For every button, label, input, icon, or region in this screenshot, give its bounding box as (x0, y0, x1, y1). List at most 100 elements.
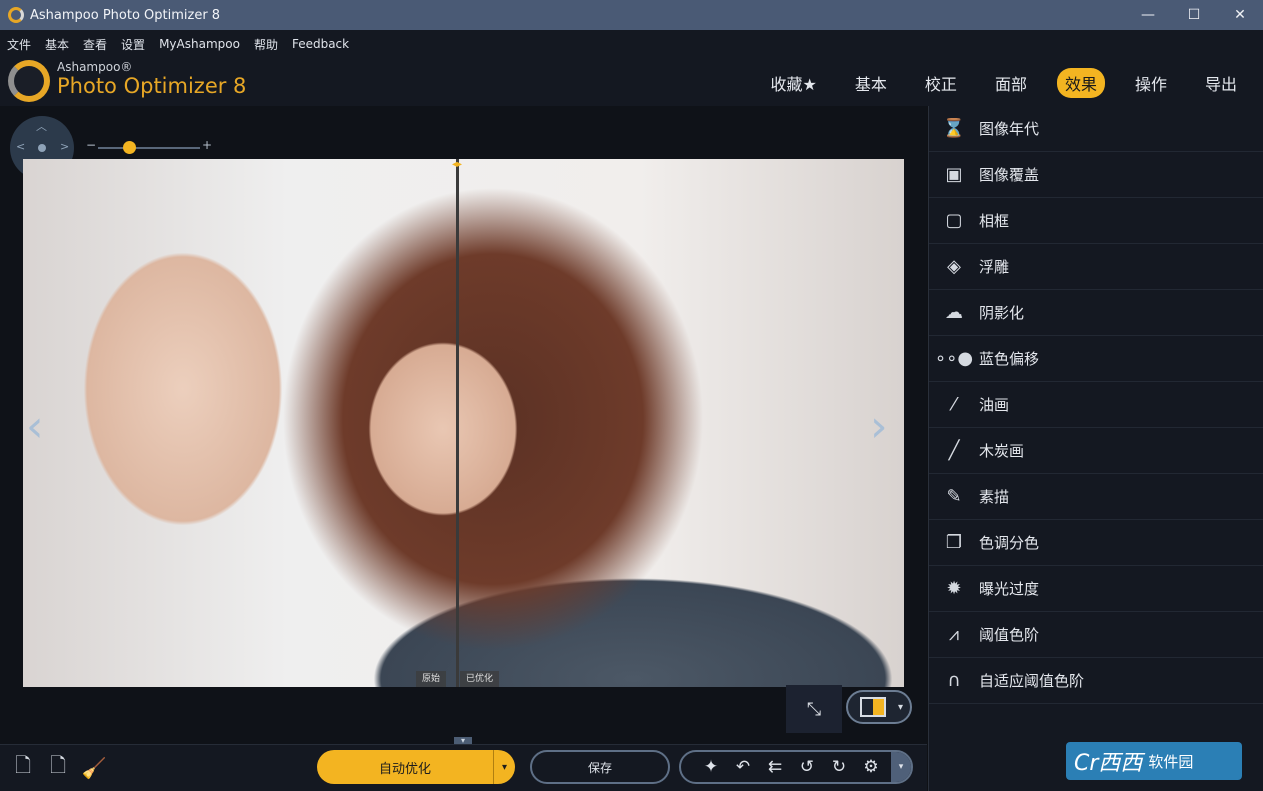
effect-item[interactable]: ✎ 素描 (929, 474, 1263, 520)
posterize-icon: ❐ (945, 532, 963, 553)
main-tabs: 收藏★ 基本 校正 面部 效果 操作 导出 (741, 68, 1245, 98)
dots-icon: ∘∘● (934, 348, 974, 369)
effect-item[interactable]: ❐ 色调分色 (929, 520, 1263, 566)
effect-label: 阈值色阶 (979, 626, 1040, 644)
tab-correction[interactable]: 校正 (917, 68, 965, 98)
site-watermark: Cr西西 软件园 (1066, 742, 1242, 780)
fit-to-window-button[interactable]: ⤡ (786, 685, 842, 733)
menu-feedback[interactable]: Feedback (292, 37, 349, 51)
app-header: Ashampoo® Photo Optimizer 8 收藏★ 基本 校正 面部… (0, 58, 1263, 106)
zoom-track[interactable] (98, 147, 200, 149)
tab-basic[interactable]: 基本 (847, 68, 895, 98)
effect-label: 素描 (979, 488, 1010, 506)
add-folder-button[interactable]: 🗋 (43, 753, 73, 783)
zoom-in-icon[interactable]: + (202, 138, 212, 152)
tab-face[interactable]: 面部 (987, 68, 1035, 98)
effect-label: 图像覆盖 (979, 166, 1040, 184)
tab-operations[interactable]: 操作 (1127, 68, 1175, 98)
effect-label: 蓝色偏移 (979, 350, 1040, 368)
product-name: Photo Optimizer 8 (57, 74, 247, 98)
tab-favorites[interactable]: 收藏★ (763, 68, 825, 98)
auto-optimize-dropdown-icon[interactable]: ▾ (493, 750, 515, 784)
view-mode-dropdown[interactable]: ▾ (846, 690, 912, 724)
minimize-button[interactable]: — (1125, 0, 1171, 30)
tab-effects[interactable]: 效果 (1056, 68, 1105, 98)
hourglass-icon: ⌛ (942, 118, 966, 139)
next-image-icon[interactable]: › (870, 401, 888, 452)
effect-item[interactable]: ⌛ 图像年代 (929, 106, 1263, 152)
collapse-arrows-icon: ⤡ (806, 698, 822, 720)
menu-myashampoo[interactable]: MyAshampoo (159, 37, 240, 51)
menu-basic[interactable]: 基本 (45, 36, 69, 53)
photo-preview[interactable]: ◂▸ 原始 已优化 (23, 159, 904, 687)
effect-item[interactable]: ◈ 浮雕 (929, 244, 1263, 290)
menu-settings[interactable]: 设置 (121, 36, 145, 53)
add-folder-icon: 🗋 (49, 753, 67, 777)
effect-label: 油画 (979, 396, 1010, 414)
zoom-slider[interactable]: − + (86, 138, 212, 154)
effect-label: 浮雕 (979, 258, 1010, 276)
menu-view[interactable]: 查看 (83, 36, 107, 53)
watermark-text: 软件园 (1148, 752, 1194, 771)
effect-item[interactable]: ⁄ 油画 (929, 382, 1263, 428)
undo-icon[interactable]: ↶ (727, 757, 759, 777)
rotate-left-icon[interactable]: ↺ (791, 757, 823, 777)
effect-item[interactable]: ✹ 曝光过度 (929, 566, 1263, 612)
add-file-icon: 🗋 (14, 753, 32, 777)
pan-up-icon[interactable]: ︿ (36, 118, 47, 134)
pan-right-icon[interactable]: > (60, 140, 69, 153)
add-file-button[interactable]: 🗋 (8, 753, 38, 783)
charcoal-icon: ╱ (948, 440, 960, 461)
pan-center-icon[interactable] (38, 144, 46, 152)
split-handle-icon[interactable]: ◂▸ (444, 159, 470, 171)
image-canvas: ︿ < > ﹀ − + ◂▸ 原始 已优化 ‹ › ⤡ ▾ ▾ (0, 106, 927, 745)
window-controls: — ☐ ✕ (1125, 0, 1263, 30)
effect-label: 色调分色 (979, 534, 1040, 552)
effect-item[interactable]: ▢ 相框 (929, 198, 1263, 244)
settings-gear-icon[interactable]: ⚙ (855, 757, 887, 777)
adaptive-threshold-icon: ∩ (947, 670, 961, 691)
effect-item[interactable]: ╱ 木炭画 (929, 428, 1263, 474)
effect-label: 自适应阈值色阶 (979, 672, 1085, 690)
clear-list-button[interactable]: 🧹 (79, 753, 109, 783)
save-button[interactable]: 保存 (530, 750, 670, 784)
pencil-icon: ✎ (946, 486, 962, 507)
tab-export[interactable]: 导出 (1197, 68, 1245, 98)
window-title: Ashampoo Photo Optimizer 8 (30, 7, 221, 23)
effect-label: 曝光过度 (979, 580, 1040, 598)
app-logo-icon (8, 7, 24, 23)
auto-optimize-button[interactable]: 自动优化 ▾ (317, 750, 515, 784)
solarize-icon: ✹ (946, 578, 962, 599)
rotate-right-icon[interactable]: ↻ (823, 757, 855, 777)
close-button[interactable]: ✕ (1217, 0, 1263, 30)
zoom-out-icon[interactable]: − (86, 138, 96, 152)
magic-wand-icon[interactable]: ✦ (695, 757, 727, 777)
previous-image-icon[interactable]: ‹ (26, 401, 44, 452)
menu-bar: 文件 基本 查看 设置 MyAshampoo 帮助 Feedback (0, 30, 1263, 58)
image-overlay-icon: ▣ (945, 164, 963, 185)
watermark-logo: Cr西西 (1074, 751, 1143, 776)
undo-all-icon[interactable]: ⇇ (759, 757, 791, 777)
split-view-icon (860, 697, 886, 717)
chevron-down-icon[interactable]: ▾ (898, 702, 903, 713)
effect-label: 图像年代 (979, 120, 1040, 138)
effect-label: 阴影化 (979, 304, 1025, 322)
effect-item[interactable]: ⩘ 阈值色阶 (929, 612, 1263, 658)
brand-name: Ashampoo® (57, 60, 133, 74)
original-label: 原始 (416, 671, 447, 687)
effect-item[interactable]: ∩ 自适应阈值色阶 (929, 658, 1263, 704)
threshold-chart-icon: ⩘ (948, 624, 960, 645)
effect-item[interactable]: ☁ 阴影化 (929, 290, 1263, 336)
pan-left-icon[interactable]: < (16, 140, 25, 153)
tools-dropdown-icon[interactable]: ▾ (891, 752, 911, 782)
edit-tools-group: ✦ ↶ ⇇ ↺ ↻ ⚙ ▾ (679, 750, 913, 784)
effect-item[interactable]: ▣ 图像覆盖 (929, 152, 1263, 198)
menu-help[interactable]: 帮助 (254, 36, 278, 53)
split-divider[interactable] (456, 159, 459, 687)
menu-file[interactable]: 文件 (7, 36, 31, 53)
zoom-thumb[interactable] (122, 141, 136, 154)
maximize-button[interactable]: ☐ (1171, 0, 1217, 30)
brush-icon: ⁄ (952, 394, 956, 415)
cloud-shadow-icon: ☁ (945, 302, 963, 323)
effect-item[interactable]: ∘∘● 蓝色偏移 (929, 336, 1263, 382)
